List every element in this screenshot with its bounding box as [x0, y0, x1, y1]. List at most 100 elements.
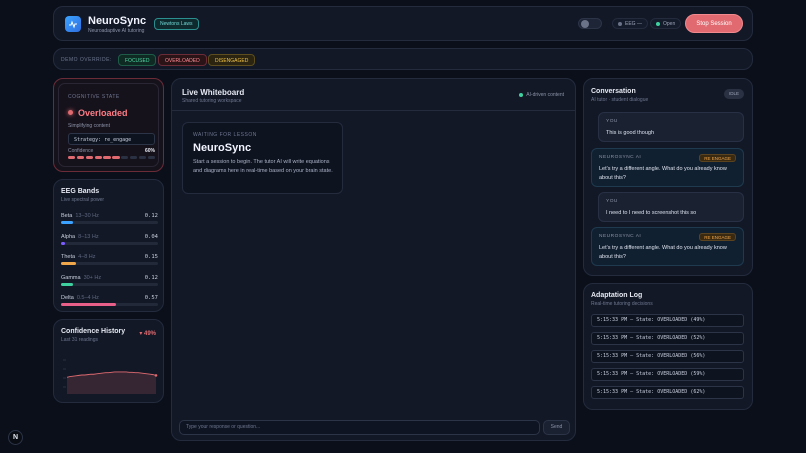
message-ai: NEUROSYNC AI RE ENGAGE Let's try a diffe…	[591, 227, 744, 266]
confidence-history-chart	[63, 359, 158, 394]
eeg-status-dot-icon	[618, 21, 622, 26]
message-sender: NEUROSYNC AI	[599, 155, 642, 160]
band-range: 0.5–4 Hz	[76, 295, 99, 301]
whiteboard-header: Live Whiteboard Shared tutoring workspac…	[172, 79, 575, 111]
band-name: Theta 4–8 Hz	[61, 254, 96, 260]
band-label: Alpha	[61, 233, 76, 240]
band-track	[61, 303, 158, 306]
lesson-card-title: NeuroSync	[193, 142, 252, 154]
confidence-label: Confidence	[68, 148, 94, 154]
confidence-history-panel: Confidence History Last 31 readings ▾ 49…	[53, 319, 164, 403]
cognitive-state-inner: COGNITIVE STATE Overloaded Simplifying c…	[58, 83, 159, 167]
band-value: 0.04	[144, 233, 158, 240]
band-range: 4–8 Hz	[78, 254, 96, 260]
band-value: 0.57	[144, 295, 158, 301]
response-input[interactable]: Type your response or question...	[179, 420, 540, 435]
message-user: YOU I need to I need to screenshot this …	[598, 192, 744, 222]
confidence-segment	[112, 156, 120, 159]
toggle-knob	[581, 20, 589, 28]
cognitive-state-sub: Simplifying content	[68, 123, 110, 129]
stop-session-button[interactable]: Stop Session	[685, 14, 743, 33]
confidence-segment	[129, 156, 138, 159]
connection-status-label: Open	[663, 21, 676, 27]
confidence-segment	[68, 156, 76, 159]
neurosync-logo-icon	[65, 16, 81, 32]
confidence-segment	[94, 156, 102, 159]
eeg-status-pill: EEG —	[612, 18, 648, 29]
band-label: Beta	[61, 213, 73, 219]
message-text: Let's try a different angle. What do you…	[599, 245, 727, 260]
cognitive-state-panel: COGNITIVE STATE Overloaded Simplifying c…	[53, 78, 164, 172]
conversation-subtitle: AI tutor · student dialogue	[591, 97, 649, 103]
eeg-band-alpha: Alpha 8–13 Hz 0.04	[61, 234, 158, 248]
ai-status-dot-icon	[519, 92, 524, 97]
topic-badge: Newtons Laws	[154, 18, 199, 30]
confidence-segment	[103, 156, 111, 159]
eeg-band-delta: Delta 0.5–4 Hz 0.57	[61, 295, 158, 309]
demo-overloaded-button[interactable]: OVERLOADED	[158, 54, 207, 66]
band-label: Theta	[61, 254, 76, 260]
demo-override-bar: DEMO OVERRIDE: FOCUSED OVERLOADED DISENG…	[53, 48, 753, 70]
eeg-bands-panel: EEG Bands Live spectral power Beta 13–30 …	[53, 179, 164, 312]
band-fill	[61, 262, 76, 265]
band-fill	[61, 282, 73, 286]
demo-focused-button[interactable]: FOCUSED	[118, 54, 157, 66]
brand-name: NeuroSync	[88, 15, 147, 27]
log-entry: 5:15:33 PM — State: OVERLOADED (52%)	[591, 332, 744, 345]
demo-disengaged-button[interactable]: DISENGAGED	[208, 54, 256, 66]
band-range: 13–30 Hz	[75, 213, 99, 219]
message-sender: YOU	[606, 119, 618, 124]
band-track	[61, 221, 158, 224]
corner-n-badge[interactable]: N	[8, 430, 23, 445]
conversation-title: Conversation	[591, 88, 636, 95]
adaptation-log-title: Adaptation Log	[591, 292, 643, 299]
cognitive-state-value: Overloaded	[78, 108, 128, 118]
whiteboard-title: Live Whiteboard	[182, 88, 245, 97]
confidence-segment	[76, 156, 85, 159]
send-button[interactable]: Send	[543, 420, 570, 435]
confidence-segment	[147, 156, 155, 159]
band-value: 0.12	[144, 213, 158, 219]
eeg-band-theta: Theta 4–8 Hz 0.15	[61, 254, 158, 268]
demo-override-label: DEMO OVERRIDE:	[61, 57, 112, 63]
band-name: Gamma 30+ Hz	[61, 275, 101, 281]
band-range: 8–13 Hz	[78, 233, 99, 240]
confidence-value: 60%	[144, 148, 155, 154]
confidence-segments	[68, 156, 155, 159]
state-indicator-icon	[68, 110, 73, 115]
message-sender: NEUROSYNC AI	[599, 234, 642, 239]
adaptation-log-panel: Adaptation Log Real-time tutoring decisi…	[583, 283, 753, 410]
message-ai: NEUROSYNC AI RE ENGAGE Let's try a diffe…	[591, 148, 744, 187]
conversation-panel: Conversation AI tutor · student dialogue…	[583, 78, 753, 276]
band-fill	[61, 241, 65, 245]
lesson-card-text: Start a session to begin. The tutor AI w…	[193, 159, 333, 174]
theme-toggle[interactable]	[578, 18, 602, 29]
confidence-history-title: Confidence History	[61, 328, 126, 335]
log-entry: 5:15:33 PM — State: OVERLOADED (56%)	[591, 350, 744, 363]
message-text: This is good though	[606, 130, 655, 136]
confidence-row: Confidence 60%	[68, 148, 155, 154]
strategy-tag: RE ENGAGE	[699, 154, 736, 162]
eeg-bands-subtitle: Live spectral power	[61, 197, 105, 203]
whiteboard-status: AI-driven content	[519, 92, 564, 98]
confidence-segment	[85, 156, 94, 159]
band-label: Delta	[61, 295, 74, 301]
confidence-delta: ▾ 49%	[139, 331, 156, 337]
strategy-box: Strategy: re_engage	[68, 133, 155, 145]
message-sender: YOU	[606, 199, 618, 204]
cognitive-state-label: COGNITIVE STATE	[68, 94, 120, 100]
band-value: 0.12	[144, 274, 158, 281]
app-header: NeuroSync Neuroadaptive AI tutoring Newt…	[53, 6, 753, 41]
whiteboard-status-label: AI-driven content	[526, 92, 564, 98]
message-user: YOU This is good though	[598, 112, 744, 142]
whiteboard-panel: Live Whiteboard Shared tutoring workspac…	[171, 78, 576, 441]
conversation-status-badge: IDLE	[723, 89, 744, 99]
band-range: 30+ Hz	[83, 274, 102, 281]
connection-dot-icon	[656, 21, 660, 26]
band-name: Delta 0.5–4 Hz	[61, 295, 99, 301]
whiteboard-subtitle: Shared tutoring workspace	[182, 98, 242, 104]
band-fill	[61, 221, 73, 224]
confidence-segment	[138, 156, 147, 159]
brand-tagline: Neuroadaptive AI tutoring	[88, 28, 145, 34]
band-fill	[61, 303, 117, 306]
